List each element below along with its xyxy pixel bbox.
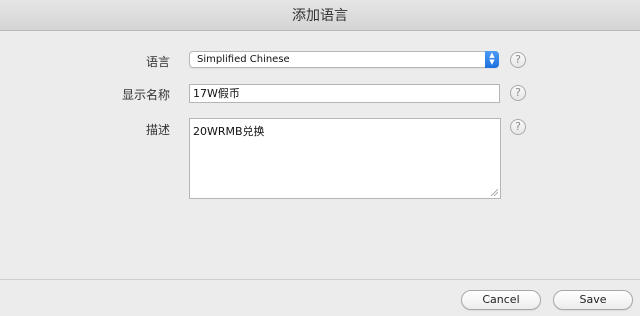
- language-help-icon[interactable]: ?: [510, 52, 526, 68]
- language-select-value: Simplified Chinese: [197, 54, 290, 65]
- save-button[interactable]: Save: [553, 290, 633, 310]
- language-select[interactable]: Simplified Chinese ▲ ▼: [189, 51, 499, 68]
- display-name-label: 显示名称: [121, 88, 170, 102]
- display-name-help-icon[interactable]: ?: [510, 85, 526, 101]
- language-label: 语言: [145, 55, 170, 69]
- description-textarea[interactable]: 20WRMB兑换: [189, 118, 501, 199]
- window-title: 添加语言: [292, 8, 348, 24]
- resize-grip-icon[interactable]: [490, 188, 498, 196]
- footer-divider: [0, 279, 640, 280]
- up-down-chevron-icon: ▲ ▼: [485, 51, 499, 68]
- add-language-dialog: 添加语言 语言 Simplified Chinese ▲ ▼ ? 显示名称 17W…: [0, 0, 640, 316]
- description-value: 20WRMB兑换: [193, 125, 265, 138]
- description-help-icon[interactable]: ?: [510, 119, 526, 135]
- display-name-value: 17W假币: [193, 87, 240, 100]
- display-name-field[interactable]: 17W假币: [189, 84, 500, 103]
- description-label: 描述: [145, 123, 170, 137]
- title-bar[interactable]: 添加语言: [0, 0, 640, 31]
- cancel-button[interactable]: Cancel: [461, 290, 541, 310]
